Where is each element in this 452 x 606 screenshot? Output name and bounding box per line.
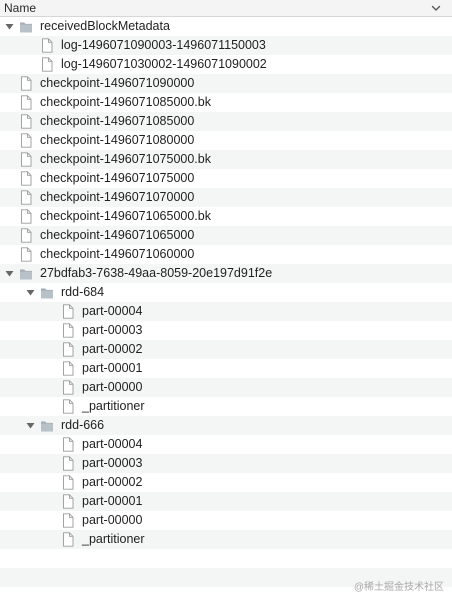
- file-row[interactable]: part-00001: [0, 359, 452, 378]
- file-row[interactable]: part-00000: [0, 378, 452, 397]
- file-name: checkpoint-1496071070000: [40, 190, 195, 204]
- file-name: part-00001: [82, 494, 143, 508]
- file-row[interactable]: checkpoint-1496071075000: [0, 169, 452, 188]
- document-icon: [63, 323, 74, 338]
- file-row[interactable]: checkpoint-1496071085000: [0, 112, 452, 131]
- file-name: checkpoint-1496071085000: [40, 114, 195, 128]
- file-list: receivedBlockMetadata log-1496071090003-1…: [0, 17, 452, 606]
- document-icon: [63, 380, 74, 395]
- file-row[interactable]: part-00000: [0, 511, 452, 530]
- document-icon: [63, 475, 74, 490]
- file-row[interactable]: part-00002: [0, 340, 452, 359]
- folder-name: receivedBlockMetadata: [40, 19, 170, 33]
- file-name: _partitioner: [82, 532, 145, 546]
- file-row[interactable]: log-1496071030002-1496071090002: [0, 55, 452, 74]
- file-name: part-00004: [82, 304, 143, 318]
- folder-name: rdd-684: [61, 285, 105, 299]
- document-icon: [63, 304, 74, 319]
- file-row[interactable]: checkpoint-1496071060000: [0, 245, 452, 264]
- file-name: part-00002: [82, 475, 143, 489]
- empty-row: [0, 549, 452, 568]
- document-icon: [21, 76, 32, 91]
- document-icon: [21, 190, 32, 205]
- file-row[interactable]: checkpoint-1496071070000: [0, 188, 452, 207]
- file-row[interactable]: part-00003: [0, 321, 452, 340]
- document-icon: [63, 437, 74, 452]
- file-name: checkpoint-1496071090000: [40, 76, 195, 90]
- document-icon: [21, 171, 32, 186]
- file-row[interactable]: checkpoint-1496071085000.bk: [0, 93, 452, 112]
- document-icon: [63, 532, 74, 547]
- document-icon: [63, 399, 74, 414]
- file-name: checkpoint-1496071065000: [40, 228, 195, 242]
- file-name: part-00001: [82, 361, 143, 375]
- file-name: checkpoint-1496071075000.bk: [40, 152, 211, 166]
- document-icon: [63, 342, 74, 357]
- document-icon: [63, 361, 74, 376]
- folder-icon: [41, 288, 53, 299]
- document-icon: [42, 57, 53, 72]
- file-row[interactable]: part-00003: [0, 454, 452, 473]
- document-icon: [21, 247, 32, 262]
- file-row[interactable]: part-00001: [0, 492, 452, 511]
- file-row[interactable]: part-00002: [0, 473, 452, 492]
- file-name: checkpoint-1496071065000.bk: [40, 209, 211, 223]
- folder-row[interactable]: 27bdfab3-7638-49aa-8059-20e197d91f2e: [0, 264, 452, 283]
- disclosure-triangle-icon[interactable]: [4, 268, 15, 279]
- chevron-down-icon[interactable]: [430, 2, 442, 14]
- file-row[interactable]: _partitioner: [0, 397, 452, 416]
- document-icon: [21, 95, 32, 110]
- watermark: @稀土掘金技术社区: [353, 582, 444, 593]
- folder-row[interactable]: rdd-684: [0, 283, 452, 302]
- file-row[interactable]: log-1496071090003-1496071150003: [0, 36, 452, 55]
- file-name: checkpoint-1496071080000: [40, 133, 195, 147]
- file-name: checkpoint-1496071075000: [40, 171, 195, 185]
- document-icon: [21, 114, 32, 129]
- file-row[interactable]: checkpoint-1496071075000.bk: [0, 150, 452, 169]
- name-column-header[interactable]: Name: [4, 1, 36, 15]
- disclosure-triangle-icon[interactable]: [25, 420, 36, 431]
- folder-name: 27bdfab3-7638-49aa-8059-20e197d91f2e: [40, 266, 273, 280]
- document-icon: [63, 494, 74, 509]
- file-name: checkpoint-1496071085000.bk: [40, 95, 211, 109]
- document-icon: [63, 513, 74, 528]
- file-name: log-1496071090003-1496071150003: [61, 38, 266, 52]
- file-name: part-00004: [82, 437, 143, 451]
- file-name: _partitioner: [82, 399, 145, 413]
- file-name: log-1496071030002-1496071090002: [61, 57, 267, 71]
- file-name: part-00003: [82, 456, 143, 470]
- folder-icon: [41, 421, 53, 432]
- folder-name: rdd-666: [61, 418, 105, 432]
- file-row[interactable]: checkpoint-1496071065000.bk: [0, 207, 452, 226]
- file-name: part-00003: [82, 323, 143, 337]
- document-icon: [21, 209, 32, 224]
- document-icon: [21, 133, 32, 148]
- file-name: part-00000: [82, 513, 143, 527]
- document-icon: [21, 228, 32, 243]
- file-row[interactable]: checkpoint-1496071090000: [0, 74, 452, 93]
- document-icon: [21, 152, 32, 167]
- disclosure-triangle-icon[interactable]: [25, 287, 36, 298]
- document-icon: [42, 38, 53, 53]
- document-icon: [63, 456, 74, 471]
- folder-icon: [20, 269, 32, 280]
- file-row[interactable]: _partitioner: [0, 530, 452, 549]
- folder-icon: [20, 22, 32, 33]
- file-name: checkpoint-1496071060000: [40, 247, 195, 261]
- file-row[interactable]: checkpoint-1496071080000: [0, 131, 452, 150]
- folder-row[interactable]: receivedBlockMetadata: [0, 17, 452, 36]
- file-name: part-00000: [82, 380, 143, 394]
- file-row[interactable]: checkpoint-1496071065000: [0, 226, 452, 245]
- file-name: part-00002: [82, 342, 143, 356]
- disclosure-triangle-icon[interactable]: [4, 21, 15, 32]
- column-header: Name: [0, 0, 452, 17]
- folder-row[interactable]: rdd-666: [0, 416, 452, 435]
- file-row[interactable]: part-00004: [0, 435, 452, 454]
- file-row[interactable]: part-00004: [0, 302, 452, 321]
